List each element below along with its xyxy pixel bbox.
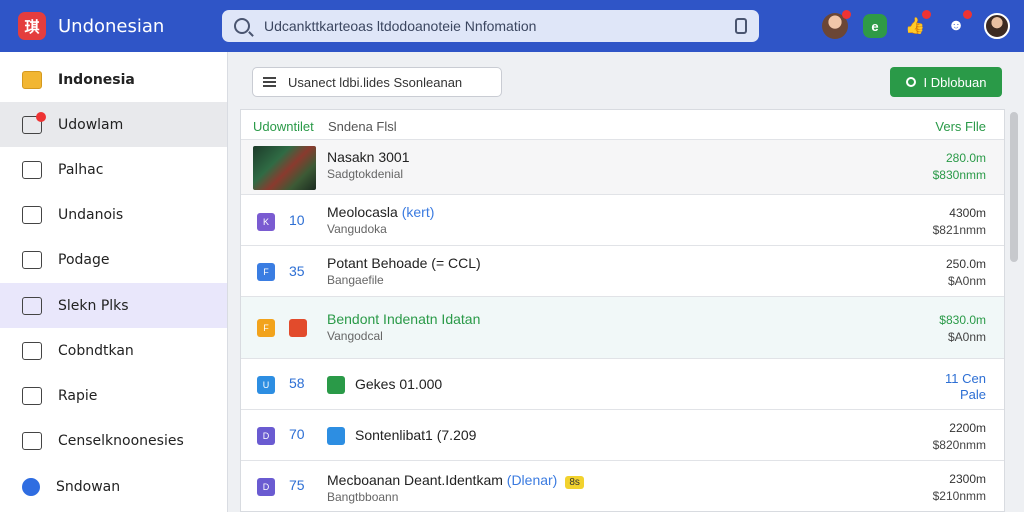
bell-icon bbox=[22, 111, 46, 134]
row-number: 70 bbox=[289, 426, 305, 442]
file-badge-icon: D bbox=[257, 478, 275, 496]
table-row[interactable]: D 75 Mecboanan Deant.Identkam (Dlenar) 8s… bbox=[241, 461, 1004, 512]
table-row[interactable]: U 58 Gekes 01.000 11 Cen Pale bbox=[241, 359, 1004, 410]
edit-icon bbox=[22, 341, 42, 360]
sidebar-item-sndowan[interactable]: Sndowan bbox=[0, 464, 227, 509]
top-icons: e 👍 ☻ bbox=[822, 10, 1010, 39]
sidebar-item-censelknoonesies[interactable]: Censelknoonesies bbox=[0, 418, 227, 463]
row-title: Nasakn 3001 bbox=[327, 149, 410, 165]
document-icon bbox=[22, 205, 42, 224]
row-subtitle: Vangudoka bbox=[327, 222, 387, 236]
app-name: Undonesian bbox=[58, 15, 165, 37]
row-subtitle: Bangaefile bbox=[327, 273, 384, 287]
mail-icon bbox=[327, 427, 345, 445]
sidebar-item-palhac[interactable]: Palhac bbox=[0, 147, 227, 192]
clock-icon bbox=[22, 160, 42, 179]
header-col1[interactable]: Udowntilet bbox=[253, 119, 314, 134]
row-price: $210nmm bbox=[932, 489, 986, 503]
microphone-icon[interactable] bbox=[735, 18, 747, 34]
row-value: 11 Cen bbox=[945, 371, 986, 386]
row-title: Sontenlibat1 (7.209 bbox=[355, 427, 477, 443]
flag-icon: F bbox=[257, 319, 275, 337]
row-value: 2300m bbox=[949, 472, 986, 486]
file-badge-icon: D bbox=[257, 427, 275, 445]
folder-icon: F bbox=[257, 263, 275, 281]
filter-input[interactable]: Usanect ldbi.lides Ssonleanan bbox=[252, 67, 502, 97]
row-number: 75 bbox=[289, 477, 305, 493]
row-number: 10 bbox=[289, 212, 305, 228]
row-title: Meolocasla (kert) bbox=[327, 204, 435, 220]
sidebar-item-cobndtkan[interactable]: Cobndtkan bbox=[0, 328, 227, 373]
table-row[interactable]: K 10 Meolocasla (kert) Vangudoka 4300m $… bbox=[241, 195, 1004, 246]
file-badge-icon: U bbox=[257, 376, 275, 394]
brand[interactable]: 琪 Undonesian bbox=[0, 12, 222, 40]
sidebar: Indonesia Udowlam Palhac Undanois Podage… bbox=[0, 52, 228, 512]
row-price: $830nmm bbox=[932, 168, 986, 182]
search-bar[interactable]: Udcankttkarteoas ltdodoanoteie Nnfomatio… bbox=[222, 10, 759, 42]
row-value: 280.0m bbox=[945, 151, 986, 165]
sidebar-item-indonesia[interactable]: Indonesia bbox=[0, 57, 227, 102]
box-icon bbox=[22, 386, 42, 405]
file-table: Udowntilet Sndena Flsl Vers Flle Nasakn … bbox=[240, 109, 1005, 512]
sidebar-item-rapie[interactable]: Rapie bbox=[0, 373, 227, 418]
row-subtitle: Bangtbboann bbox=[327, 490, 399, 504]
scrollbar[interactable] bbox=[1010, 112, 1018, 262]
row-price: $A0nm bbox=[947, 330, 986, 344]
table-row[interactable]: F Bendont Indenatn Idatan Vangodcal $830… bbox=[241, 297, 1004, 359]
avatar-user[interactable] bbox=[822, 10, 851, 39]
row-value: 2200m bbox=[949, 421, 986, 435]
upload-button[interactable]: I Dblobuan bbox=[890, 67, 1002, 97]
header-col3[interactable]: Vers Flle bbox=[935, 119, 986, 134]
circle-icon bbox=[22, 477, 40, 496]
row-title: Gekes 01.000 bbox=[355, 376, 443, 392]
sidebar-item-undanois[interactable]: Undanois bbox=[0, 192, 227, 237]
sidebar-item-podage[interactable]: Podage bbox=[0, 237, 227, 282]
row-title: Bendont Indenatn Idatan bbox=[327, 311, 481, 327]
thumbs-up-icon[interactable]: 👍 bbox=[902, 10, 931, 39]
top-bar: 琪 Undonesian Udcankttkarteoas ltdodoanot… bbox=[0, 0, 1024, 52]
row-price: Pale bbox=[959, 387, 986, 402]
status-icon bbox=[327, 376, 345, 394]
search-input[interactable]: Udcankttkarteoas ltdodoanoteie Nnfomatio… bbox=[264, 18, 536, 34]
table-header: Udowntilet Sndena Flsl Vers Flle bbox=[241, 110, 1004, 140]
row-title: Potant Behoade (= CCL) bbox=[327, 255, 481, 271]
calendar-icon bbox=[22, 431, 42, 450]
notification-icon[interactable]: ☻ bbox=[943, 10, 972, 39]
row-number: 35 bbox=[289, 263, 305, 279]
table-row[interactable]: F 35 Potant Behoade (= CCL) Bangaefile 2… bbox=[241, 246, 1004, 297]
search-icon bbox=[905, 77, 916, 87]
table-row[interactable]: Nasakn 3001 Sadgtokdenial 280.0m $830nmm bbox=[241, 140, 1004, 195]
avatar-profile[interactable] bbox=[984, 13, 1010, 39]
row-price: $820nmm bbox=[932, 438, 986, 452]
row-subtitle: Sadgtokdenial bbox=[327, 167, 404, 181]
menu-icon bbox=[263, 77, 276, 87]
tag-icon bbox=[289, 319, 307, 337]
row-value: $830.0m bbox=[939, 313, 986, 327]
table-row[interactable]: D 70 Sontenlibat1 (7.209 2200m $820nmm bbox=[241, 410, 1004, 461]
row-price: $821nmm bbox=[932, 223, 986, 237]
row-subtitle: Vangodcal bbox=[327, 329, 383, 343]
app-logo-icon: 琪 bbox=[18, 12, 46, 40]
row-value: 250.0m bbox=[945, 257, 986, 271]
square-icon bbox=[22, 296, 42, 315]
row-price: $A0nm bbox=[947, 274, 986, 288]
file-badge-icon: K bbox=[257, 213, 275, 231]
sidebar-item-udowlam[interactable]: Udowlam bbox=[0, 102, 227, 147]
row-title: Mecboanan Deant.Identkam (Dlenar) 8s bbox=[327, 472, 584, 489]
header-col2[interactable]: Sndena Flsl bbox=[328, 119, 397, 134]
green-app-icon[interactable]: e bbox=[863, 14, 887, 38]
main-content: Usanect ldbi.lides Ssonleanan I Dblobuan… bbox=[228, 52, 1024, 512]
search-icon bbox=[234, 18, 250, 34]
thumbnail-image bbox=[253, 146, 316, 190]
row-value: 4300m bbox=[949, 206, 986, 220]
sidebar-item-slekn-plks[interactable]: Slekn Plks bbox=[0, 283, 227, 328]
home-icon bbox=[22, 250, 42, 269]
row-number: 58 bbox=[289, 375, 305, 391]
folder-icon bbox=[22, 70, 42, 89]
